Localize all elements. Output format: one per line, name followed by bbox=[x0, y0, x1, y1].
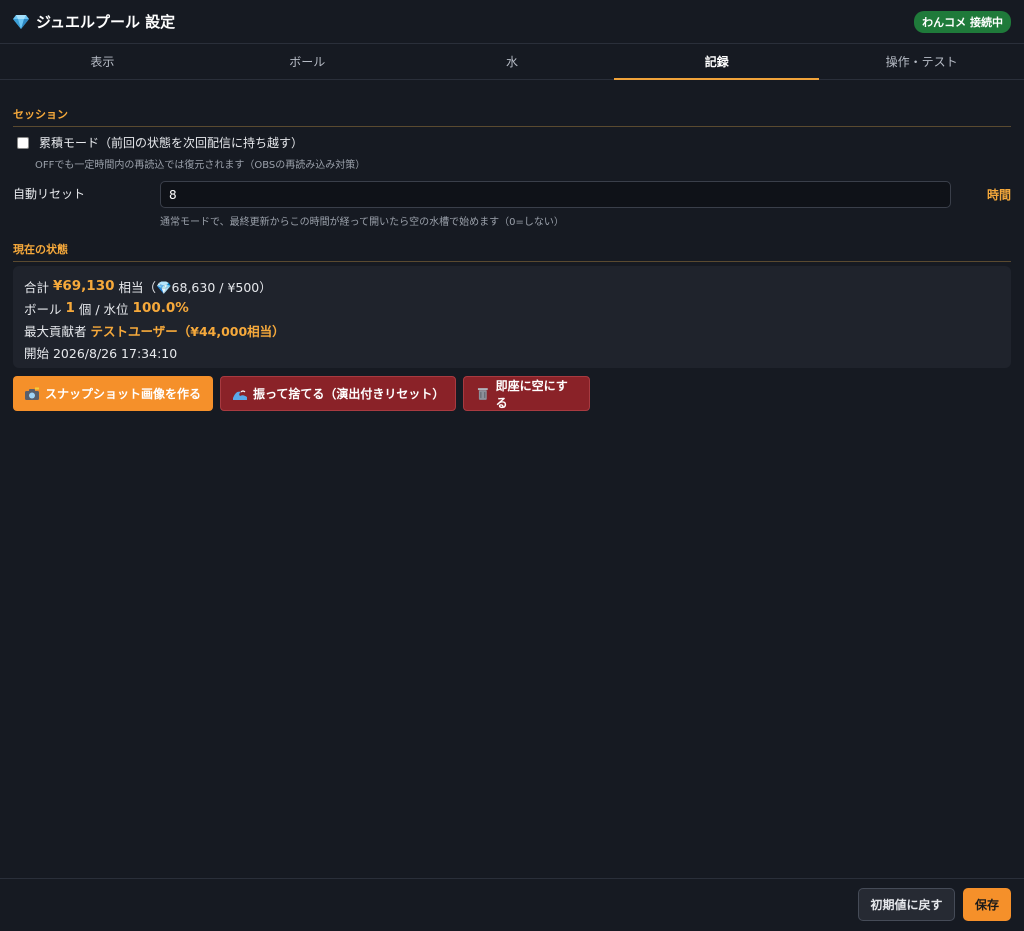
total-value: ¥69,130 bbox=[53, 278, 115, 294]
camera-icon bbox=[25, 387, 39, 400]
tab-water[interactable]: 水 bbox=[410, 44, 615, 79]
auto-reset-input[interactable] bbox=[160, 181, 951, 208]
total-prefix: 合計 bbox=[24, 279, 50, 295]
clear-now-button[interactable]: 即座に空にする bbox=[463, 376, 590, 411]
tab-display[interactable]: 表示 bbox=[0, 44, 205, 79]
total-line: 合計 ¥69,130 相当（💎68,630 / ¥500） bbox=[24, 275, 1000, 297]
reset-defaults-button[interactable]: 初期値に戻す bbox=[858, 888, 955, 921]
app-header: ジュエルプール 設定 わんコメ 接続中 bbox=[0, 0, 1024, 44]
section-title-current-state: 現在の状態 bbox=[13, 241, 1011, 262]
gem-icon bbox=[13, 14, 29, 29]
ball-mid: 個 / 水位 bbox=[78, 301, 129, 317]
section-title-session: セッション bbox=[13, 106, 1011, 127]
tab-record[interactable]: 記録 bbox=[614, 44, 819, 80]
ball-prefix: ボール bbox=[24, 301, 62, 317]
clear-now-button-label: 即座に空にする bbox=[495, 378, 568, 410]
water-level: 100.0% bbox=[132, 300, 189, 316]
cumulative-mode-row: 累積モード（前回の状態を次回配信に持ち越す） bbox=[17, 134, 303, 151]
tab-bar: 表示 ボール 水 記録 操作・テスト bbox=[0, 44, 1024, 80]
current-state-panel: 合計 ¥69,130 相当（💎68,630 / ¥500） ボール 1 個 / … bbox=[13, 266, 1011, 368]
auto-reset-label: 自動リセット bbox=[13, 187, 86, 201]
shake-reset-button[interactable]: 振って捨てる（演出付きリセット） bbox=[220, 376, 456, 411]
ball-count: 1 bbox=[65, 300, 75, 316]
auto-reset-unit: 時間 bbox=[987, 188, 1012, 202]
total-suffix: 相当（💎68,630 / ¥500） bbox=[118, 279, 272, 295]
cumulative-mode-checkbox[interactable] bbox=[17, 136, 29, 149]
snapshot-button[interactable]: スナップショット画像を作る bbox=[13, 376, 213, 411]
top-contributor-line: 最大貢献者 テストユーザー（¥44,000相当） bbox=[24, 319, 1000, 341]
start-time-line: 開始 2026/8/26 17:34:10 bbox=[24, 345, 178, 361]
save-button[interactable]: 保存 bbox=[963, 888, 1011, 921]
app-title-text: ジュエルプール 設定 bbox=[36, 13, 176, 31]
ball-line: ボール 1 個 / 水位 100.0% bbox=[24, 297, 1000, 319]
snapshot-button-label: スナップショット画像を作る bbox=[45, 387, 202, 401]
connection-status-badge: わんコメ 接続中 bbox=[914, 10, 1011, 33]
top-contributor-prefix: 最大貢献者 bbox=[24, 323, 87, 339]
top-contributor-value: テストユーザー（¥44,000相当） bbox=[90, 323, 285, 339]
wave-icon bbox=[232, 389, 247, 400]
app-title: ジュエルプール 設定 bbox=[12, 11, 175, 32]
auto-reset-hint: 通常モードで、最終更新からこの時間が経って開いたら空の水槽で始めます（0=しない… bbox=[160, 217, 564, 228]
tab-ball[interactable]: ボール bbox=[205, 44, 410, 79]
shake-reset-button-label: 振って捨てる（演出付きリセット） bbox=[252, 387, 445, 401]
cumulative-mode-label[interactable]: 累積モード（前回の状態を次回配信に持ち越す） bbox=[39, 134, 303, 151]
trash-icon bbox=[477, 387, 488, 400]
cumulative-mode-hint: OFFでも一定時間内の再読込では復元されます（OBSの再読み込み対策） bbox=[35, 160, 366, 171]
tab-operation-test[interactable]: 操作・テスト bbox=[819, 44, 1024, 79]
